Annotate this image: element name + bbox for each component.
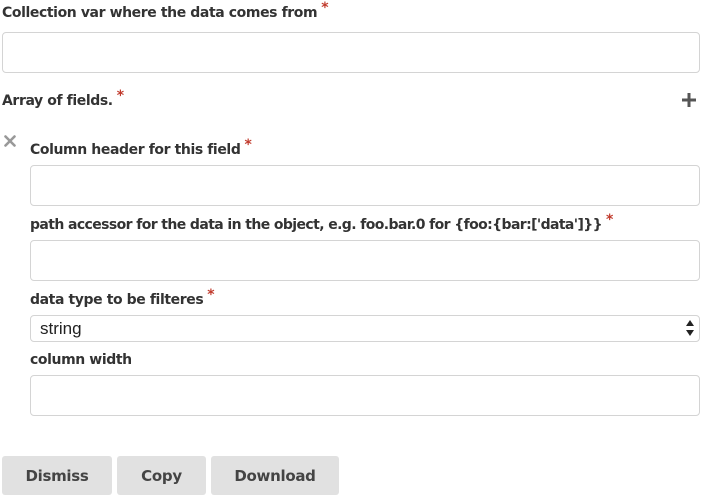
collection-var-input[interactable]	[2, 32, 700, 73]
fields-array-label-text: Array of fields.	[2, 93, 113, 109]
required-marker: *	[207, 287, 215, 303]
x-icon[interactable]	[4, 135, 16, 147]
download-button[interactable]: Download	[211, 456, 339, 495]
copy-button[interactable]: Copy	[117, 456, 206, 495]
required-marker: *	[321, 0, 329, 16]
column-header-label: Column header for this field *	[30, 137, 252, 158]
column-header-label-text: Column header for this field	[30, 142, 241, 158]
dismiss-button[interactable]: Dismiss	[2, 456, 112, 495]
data-type-select[interactable]: string	[30, 315, 700, 342]
required-marker: *	[606, 212, 613, 228]
select-arrows-icon	[686, 320, 694, 336]
column-width-label-text: column width	[30, 352, 132, 368]
path-accessor-label: path accessor for the data in the object…	[30, 212, 613, 233]
column-width-label: column width	[30, 352, 132, 368]
collection-var-label-text: Collection var where the data comes from	[2, 5, 318, 21]
data-type-selected-value: string	[40, 319, 82, 338]
collection-var-label: Collection var where the data comes from…	[2, 0, 329, 21]
data-type-label-text: data type to be filteres	[30, 292, 204, 308]
required-marker: *	[244, 137, 252, 153]
column-width-input[interactable]	[30, 375, 700, 416]
path-accessor-label-text: path accessor for the data in the object…	[30, 217, 603, 233]
required-marker: *	[116, 88, 124, 104]
column-header-input[interactable]	[30, 165, 700, 206]
fields-array-label: Array of fields. *	[2, 88, 124, 109]
plus-icon[interactable]	[682, 93, 696, 107]
data-type-label: data type to be filteres *	[30, 287, 215, 308]
path-accessor-input[interactable]	[30, 240, 700, 281]
